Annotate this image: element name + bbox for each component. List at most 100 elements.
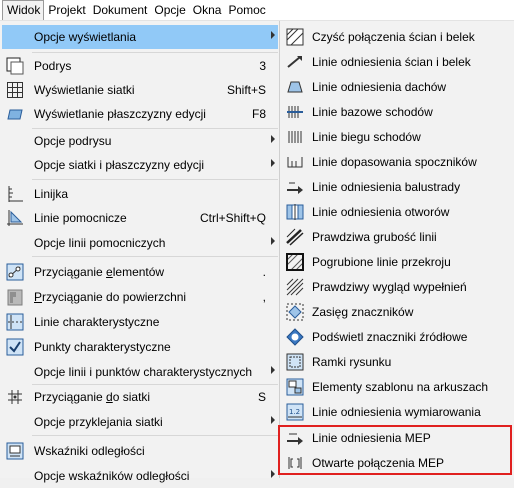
menu-item-surface-snap[interactable]: Przyciąganie do powierzchni , [2, 285, 278, 309]
submenu-arrow-icon [271, 159, 275, 167]
menu-item-trace[interactable]: Podrys 3 [2, 54, 278, 78]
menu-item-ruler[interactable]: Linijka [2, 182, 278, 206]
menu-item-grid-snap-options[interactable]: Opcje przyklejania siatki [2, 410, 278, 434]
surface-snap-icon [6, 288, 24, 306]
menu-bar: Widok Projekt Dokument Opcje Okna Pomoc [0, 0, 514, 21]
submenu-item-dimension-reference-lines[interactable]: 1.2 Linie odniesienia wymiarowania [280, 399, 514, 424]
submenu-item-fill-display[interactable]: Prawdziwy wygląd wypełnień [280, 274, 514, 299]
separator [32, 179, 278, 180]
submenu-item-true-line-weight[interactable]: Prawdziwa grubość linii [280, 224, 514, 249]
characteristic-lines-icon [6, 313, 24, 331]
master-items-icon [286, 378, 304, 396]
submenu-item-source-markers[interactable]: Podświetl znaczniki źródłowe [280, 324, 514, 349]
menu-item-label: Linie pomocnicze [34, 211, 127, 225]
menu-item-label: Podrys [34, 59, 72, 73]
menu-item-label: Linie charakterystyczne [34, 315, 160, 329]
separator [32, 52, 278, 53]
menu-projekt[interactable]: Projekt [44, 0, 88, 20]
shortcut-label: S [257, 390, 266, 404]
menu-item-label: Opcje wyświetlania [34, 30, 137, 44]
submenu-item-roof-reference-lines[interactable]: Linie odniesienia dachów [280, 74, 514, 99]
menu-opcje[interactable]: Opcje [150, 0, 188, 20]
dimension-reference-icon: 1.2 [286, 403, 304, 421]
menu-item-label: Linijka [34, 187, 69, 201]
menu-item-display-options[interactable]: Opcje wyświetlania [2, 25, 278, 49]
submenu-item-label: Linie odniesienia dachów [312, 80, 447, 94]
submenu-item-marker-range[interactable]: Zasięg znaczników [280, 299, 514, 324]
submenu-item-label: Elementy szablonu na arkuszach [312, 380, 489, 394]
stair-walkline-icon [286, 128, 304, 146]
highlight-callout-box [278, 425, 512, 475]
menu-item-label: Wskaźniki odległości [34, 444, 145, 458]
characteristic-points-icon [6, 338, 24, 356]
ruler-icon [6, 185, 24, 203]
menu-okna[interactable]: Okna [189, 0, 225, 20]
menu-pomoc[interactable]: Pomoc [224, 0, 268, 20]
submenu-item-landing-fit-lines[interactable]: Linie dopasowania spoczników [280, 149, 514, 174]
menu-item-characteristic-points[interactable]: Punkty charakterystyczne [2, 335, 278, 359]
submenu-item-label: Linie bazowe schodów [312, 105, 433, 119]
submenu-item-opening-reference-lines[interactable]: Linie odniesienia otworów [280, 199, 514, 224]
menu-item-label: Punkty charakterystyczne [34, 340, 171, 354]
shortcut-label: Shift+S [226, 83, 266, 97]
submenu-item-label: Czyść połączenia ścian i belek [312, 30, 475, 44]
landing-fit-icon [286, 153, 304, 171]
menu-item-label: Opcje podrysu [34, 134, 112, 148]
clean-joins-icon [286, 28, 304, 46]
trace-icon [6, 57, 24, 75]
menu-item-editing-plane[interactable]: Wyświetlanie płaszczyzny edycji F8 [2, 102, 278, 126]
submenu-item-bold-cut-lines[interactable]: Pogrubione linie przekroju [280, 249, 514, 274]
menu-widok[interactable]: Widok [2, 0, 45, 20]
railing-reference-icon [286, 178, 304, 196]
menu-item-grid-plane-options[interactable]: Opcje siatki i płaszczyzny edycji [2, 153, 278, 177]
menu-item-label: Opcje siatki i płaszczyzny edycji [34, 158, 205, 172]
menu-item-trace-options[interactable]: Opcje podrysu [2, 129, 278, 153]
submenu-item-stair-baselines[interactable]: Linie bazowe schodów [280, 99, 514, 124]
submenu-item-label: Linie odniesienia ścian i belek [312, 55, 471, 69]
submenu-item-wall-reference-lines[interactable]: Linie odniesienia ścian i belek [280, 49, 514, 74]
element-snap-icon [6, 263, 24, 281]
widok-dropdown: Opcje wyświetlania Podrys 3 Wyświetlanie… [0, 21, 281, 483]
reference-line-icon [286, 53, 304, 71]
menu-item-guide-line-options[interactable]: Opcje linii pomocniczych [2, 231, 278, 255]
submenu-item-label: Linie odniesienia balustrady [312, 180, 461, 194]
shortcut-label: . [262, 265, 266, 279]
menu-item-label: Opcje wskaźników odległości [34, 469, 190, 483]
submenu-arrow-icon [271, 416, 275, 424]
submenu-item-stair-walklines[interactable]: Linie biegu schodów [280, 124, 514, 149]
menu-item-label: Opcje linii pomocniczych [34, 236, 166, 250]
menu-item-label: Opcje linii i punktów charakterystycznyc… [34, 365, 253, 379]
stair-baseline-icon [286, 103, 304, 121]
separator [32, 435, 278, 436]
submenu-item-railing-reference-lines[interactable]: Linie odniesienia balustrady [280, 174, 514, 199]
submenu-item-clean-joins[interactable]: Czyść połączenia ścian i belek [280, 24, 514, 49]
menu-item-tracker[interactable]: Wskaźniki odległości [2, 439, 278, 463]
submenu-item-label: Prawdziwy wygląd wypełnień [312, 280, 467, 294]
submenu-arrow-icon [271, 470, 275, 478]
menu-item-guide-lines[interactable]: Linie pomocnicze Ctrl+Shift+Q [2, 206, 278, 230]
shortcut-label: F8 [251, 107, 266, 121]
marker-range-icon [286, 303, 304, 321]
bold-cut-lines-icon [286, 253, 304, 271]
menu-item-tracker-options[interactable]: Opcje wskaźników odległości [2, 464, 278, 488]
display-options-submenu: Czyść połączenia ścian i belek Linie odn… [279, 21, 514, 478]
submenu-arrow-icon [271, 135, 275, 143]
menu-item-element-snap[interactable]: Przyciąganie elementów . [2, 260, 278, 284]
submenu-item-label: Prawdziwa grubość linii [312, 230, 437, 244]
tracker-icon [6, 442, 24, 460]
grid-icon [6, 81, 24, 99]
submenu-item-master-items[interactable]: Elementy szablonu na arkuszach [280, 374, 514, 399]
submenu-item-drawing-frames[interactable]: Ramki rysunku [280, 349, 514, 374]
menu-dokument[interactable]: Dokument [89, 0, 151, 20]
source-marker-icon [286, 328, 304, 346]
menu-item-grid-snap[interactable]: Przyciąganie do siatki S [2, 385, 278, 409]
menu-item-characteristic-lines[interactable]: Linie charakterystyczne [2, 310, 278, 334]
submenu-item-label: Podświetl znaczniki źródłowe [312, 330, 468, 344]
shortcut-label: , [262, 290, 266, 304]
submenu-item-label: Linie dopasowania spoczników [312, 155, 477, 169]
menu-item-label: Przyciąganie elementów [34, 265, 165, 279]
submenu-item-label: Linie odniesienia wymiarowania [312, 405, 481, 419]
menu-item-grid-display[interactable]: Wyświetlanie siatki Shift+S [2, 78, 278, 102]
menu-item-characteristic-options[interactable]: Opcje linii i punktów charakterystycznyc… [2, 360, 278, 384]
fill-display-icon [286, 278, 304, 296]
